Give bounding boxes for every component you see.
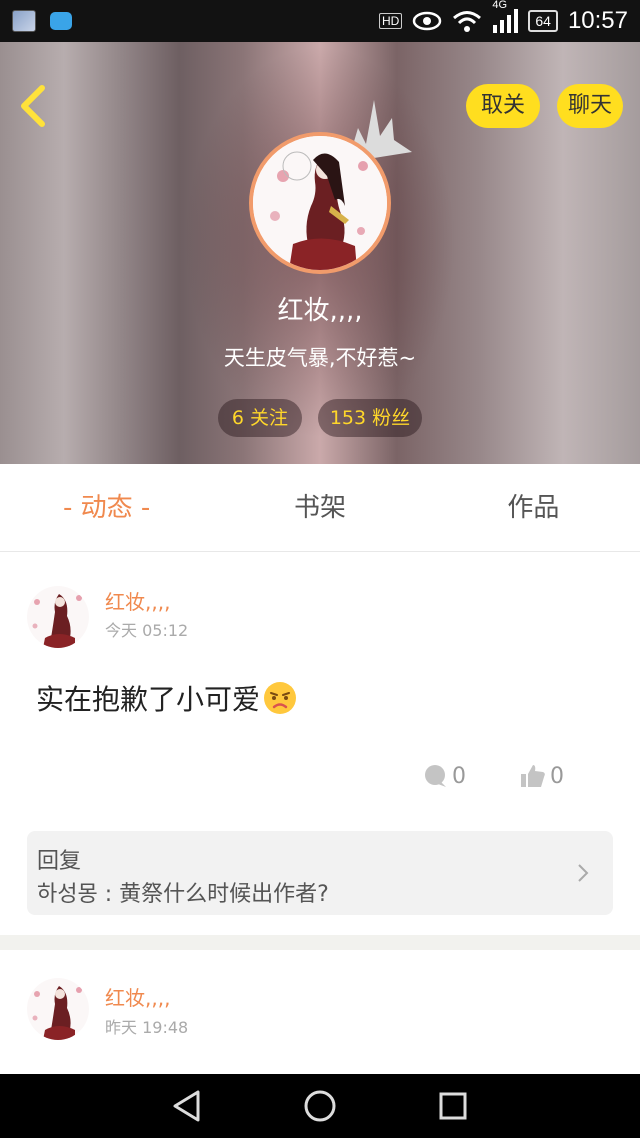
post-author-name[interactable]: 红妆,,,, <box>105 586 170 615</box>
nav-recents-icon <box>439 1092 467 1120</box>
back-arrow-icon <box>21 85 45 127</box>
nav-back-button[interactable] <box>157 1076 217 1136</box>
like-count: 0 <box>550 763 564 789</box>
status-indicators: HD 4G 64 10:57 <box>379 0 628 35</box>
tab-works[interactable]: 作品 <box>427 464 640 551</box>
signal-bars-icon <box>493 9 519 33</box>
like-icon <box>521 765 545 787</box>
back-button[interactable] <box>12 82 56 130</box>
post-timestamp: 昨天 19:48 <box>105 1018 189 1037</box>
profile-signature: 天生皮气暴,不好惹~ <box>223 346 417 370</box>
post-divider <box>0 935 640 950</box>
post-timestamp: 今天 05:12 <box>105 621 189 640</box>
profile-tabs: - 动态 - 书架 作品 <box>0 464 640 552</box>
post-author-avatar[interactable] <box>27 586 89 648</box>
sad-face-emoji-icon <box>264 682 297 714</box>
post-author-name[interactable]: 红妆,,,, <box>105 982 170 1011</box>
post-author-avatar[interactable] <box>27 978 89 1040</box>
followers-count-button[interactable]: 153 粉丝 <box>318 399 422 437</box>
chevron-right-icon <box>578 864 589 882</box>
status-notifications <box>12 10 72 32</box>
clock: 10:57 <box>567 7 628 34</box>
activity-post: 红妆,,,, 今天 05:12 实在抱歉了小可爱 0 0 回复 하성몽 : 黄祭… <box>0 553 640 935</box>
reply-text: 하성몽 : 黄祭什么时候出作者? <box>37 882 329 907</box>
profile-avatar[interactable] <box>249 132 391 274</box>
reply-label: 回复 <box>37 849 82 874</box>
avatar-illustration <box>253 136 387 270</box>
chat-notification-icon <box>50 12 72 30</box>
author-avatar-illustration <box>27 978 89 1040</box>
tab-bookshelf[interactable]: 书架 <box>213 464 426 551</box>
activity-post: 红妆,,,, 昨天 19:48 <box>0 950 640 1074</box>
battery-indicator: 64 <box>528 10 558 32</box>
like-button[interactable]: 0 <box>520 763 564 789</box>
network-type-label: 4G <box>492 0 508 11</box>
avatar-image <box>249 132 391 274</box>
profile-header: 取关 聊天 红妆,,,, 天生皮气暴,不好惹~ 6 关注 153 粉丝 <box>0 42 640 464</box>
hd-badge: HD <box>379 13 403 29</box>
nav-home-icon <box>304 1090 336 1122</box>
wifi-icon <box>453 11 482 32</box>
unfollow-button[interactable]: 取关 <box>466 84 540 128</box>
comment-count: 0 <box>452 763 466 789</box>
comment-button[interactable]: 0 <box>422 763 466 789</box>
post-text: 实在抱歉了小可爱 <box>36 683 261 716</box>
system-nav-bar <box>0 1074 640 1138</box>
post-content: 实在抱歉了小可爱 <box>36 678 298 718</box>
reply-preview[interactable]: 回复 하성몽 : 黄祭什么时候出作者? <box>27 831 613 915</box>
chat-button[interactable]: 聊天 <box>557 84 623 128</box>
profile-nickname: 红妆,,,, <box>277 296 363 326</box>
following-count-button[interactable]: 6 关注 <box>218 399 302 437</box>
status-bar: HD 4G 64 10:57 <box>0 0 640 42</box>
tab-activity[interactable]: - 动态 - <box>0 464 213 551</box>
author-avatar-illustration <box>27 586 89 648</box>
cell-signal: 4G <box>492 0 519 33</box>
eye-comfort-icon <box>413 11 442 31</box>
nav-recents-button[interactable] <box>423 1076 483 1136</box>
nav-back-icon <box>173 1090 200 1122</box>
gallery-notification-icon <box>12 10 36 32</box>
nav-home-button[interactable] <box>290 1076 350 1136</box>
comment-icon <box>425 765 446 787</box>
